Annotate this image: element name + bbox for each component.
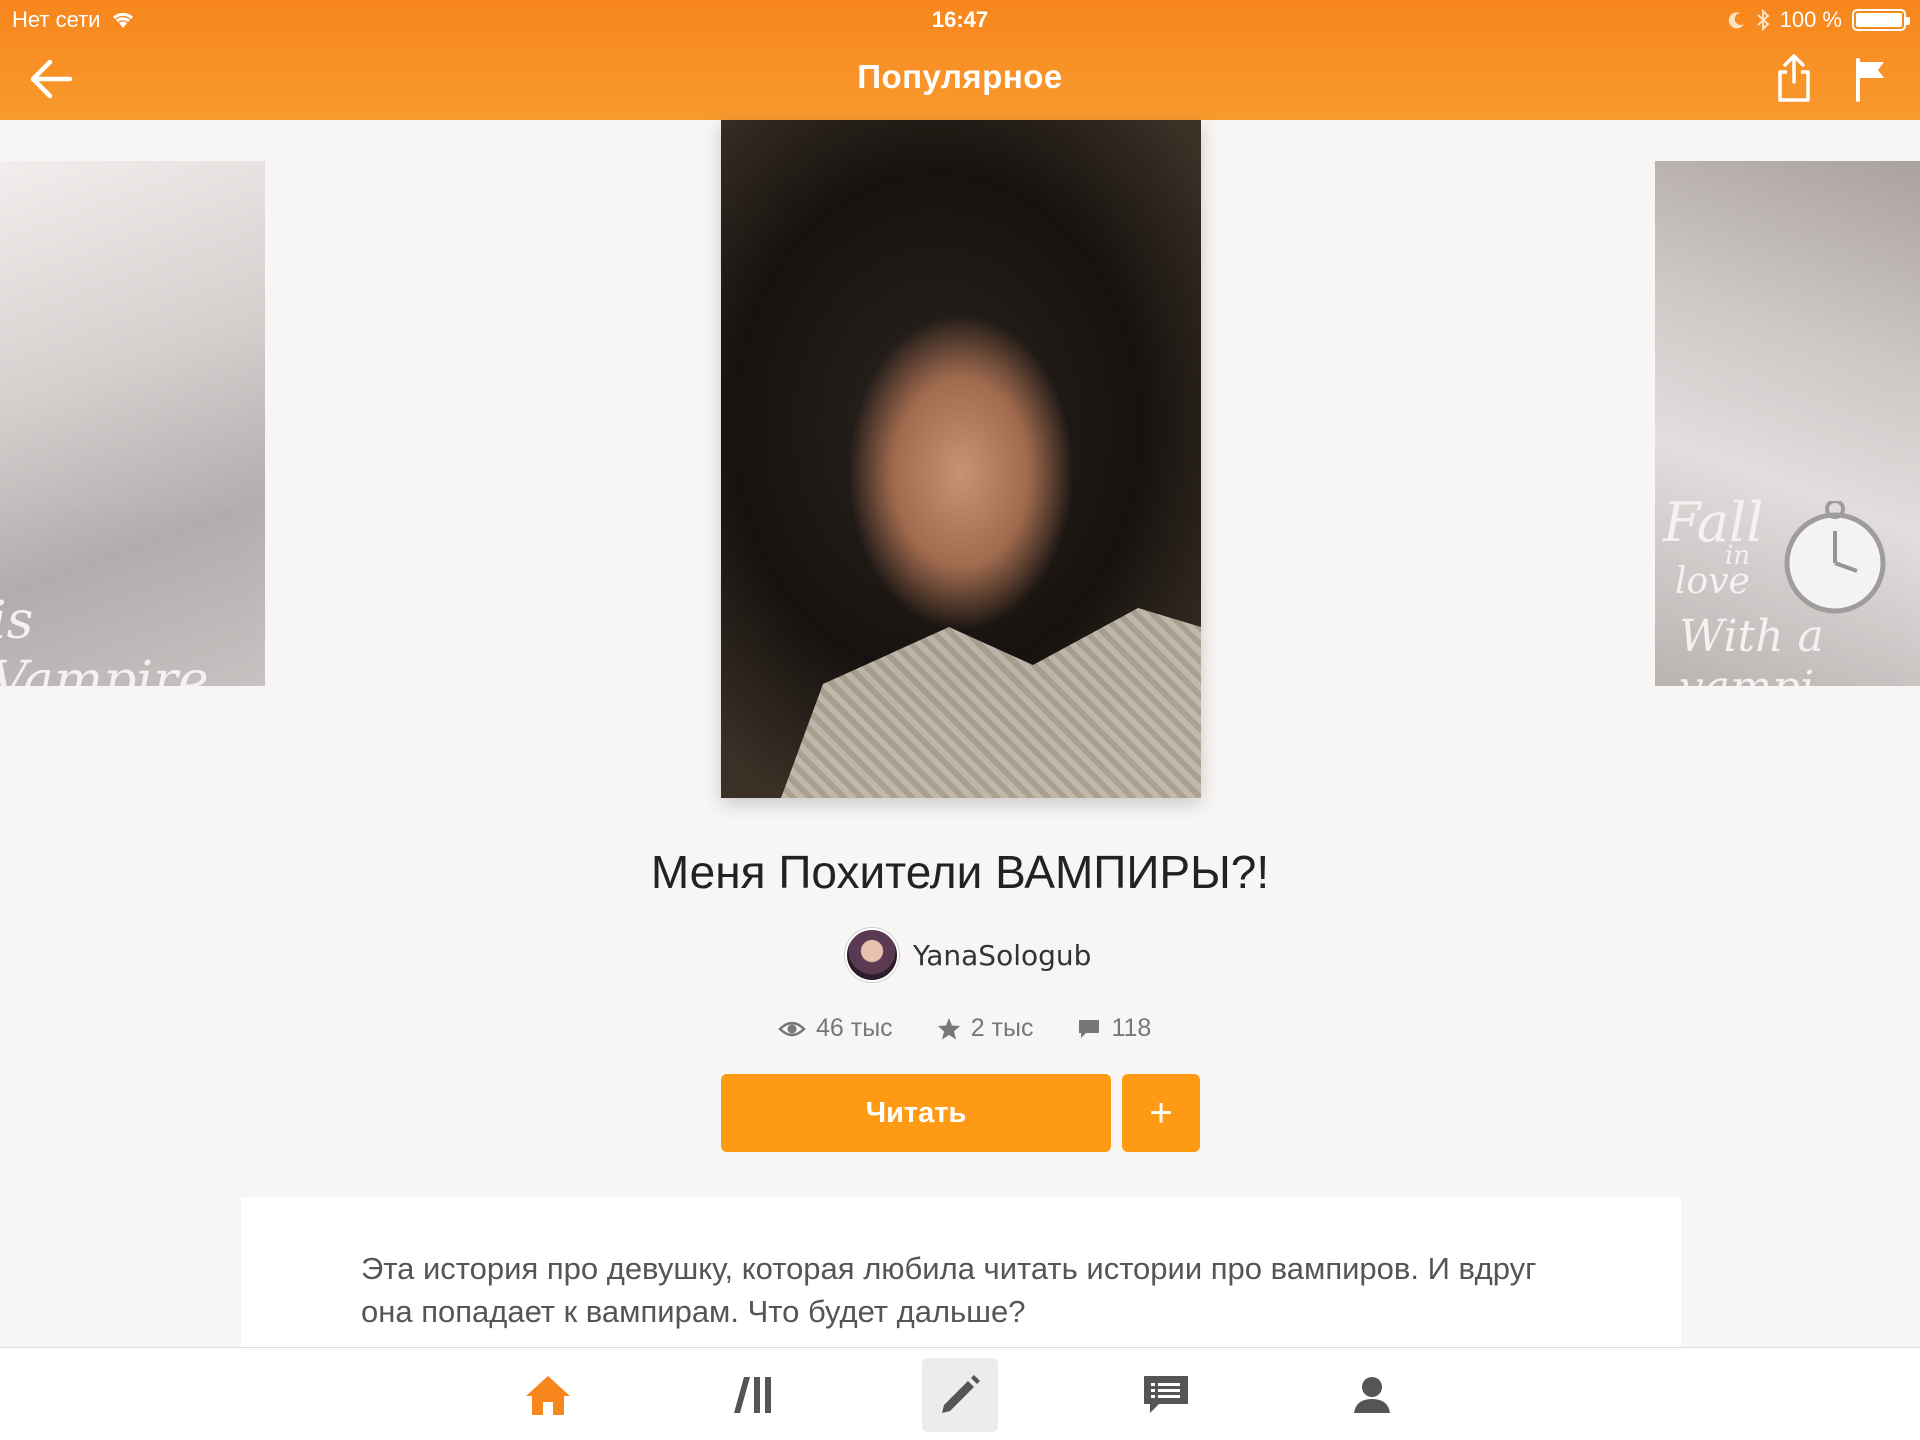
- flag-button[interactable]: [1852, 56, 1888, 102]
- pocket-watch-icon: [1784, 501, 1886, 614]
- clock: 16:47: [931, 7, 989, 32]
- pencil-icon: [942, 1375, 980, 1413]
- description-card: Эта история про девушку, которая любила …: [241, 1197, 1681, 1347]
- top-bar: Нет сети 16:47 100 % Популярное: [0, 0, 1920, 120]
- cover-next-title-3: love: [1675, 561, 1750, 602]
- author-link[interactable]: YanaSologub: [845, 928, 1091, 982]
- battery-icon: [1852, 9, 1910, 31]
- page-title: Популярное: [857, 58, 1063, 95]
- story-stats: 46 тыс 2 тыс 118: [778, 1014, 1151, 1043]
- author-name[interactable]: YanaSologub: [913, 939, 1091, 972]
- cover-next[interactable]: Fall in love With a vampi: [1655, 161, 1920, 686]
- eye-icon: [778, 1021, 806, 1036]
- tab-messages[interactable]: [1128, 1358, 1204, 1432]
- share-button[interactable]: [1774, 52, 1814, 104]
- battery-fill: [1856, 13, 1902, 27]
- book-title: Меня Похители ВАМПИРЫ?!: [650, 846, 1270, 898]
- views-count: 46 тыс: [816, 1014, 893, 1042]
- cover-previous[interactable]: is Vampire: [0, 161, 265, 686]
- votes-stat: 2 тыс: [937, 1014, 1034, 1043]
- add-to-library-button[interactable]: +: [1122, 1074, 1200, 1152]
- library-icon: [734, 1377, 771, 1413]
- bluetooth-icon: [1756, 9, 1770, 31]
- comments-stat: 118: [1077, 1014, 1151, 1043]
- story-description: Эта история про девушку, которая любила …: [361, 1251, 1537, 1329]
- tab-library[interactable]: [716, 1358, 792, 1432]
- avatar[interactable]: [845, 928, 899, 982]
- messages-icon: [1144, 1376, 1188, 1413]
- votes-count: 2 тыс: [970, 1014, 1034, 1042]
- tab-profile[interactable]: [1334, 1358, 1410, 1432]
- battery-percent: 100 %: [1779, 7, 1842, 32]
- cover-next-title-4: With a vampi: [1679, 611, 1824, 686]
- profile-icon: [1354, 1377, 1390, 1413]
- tab-home[interactable]: [510, 1358, 586, 1432]
- moon-icon: [1728, 12, 1744, 29]
- home-icon: [526, 1376, 570, 1415]
- views-stat: 46 тыс: [778, 1014, 893, 1043]
- cover-lace-detail: [781, 608, 1201, 798]
- comments-count: 118: [1111, 1014, 1152, 1042]
- comment-icon: [1079, 1019, 1100, 1038]
- tab-write[interactable]: [922, 1358, 998, 1432]
- tab-bar: [0, 1347, 1920, 1440]
- status-bar: Нет сети 16:47 100 %: [0, 0, 1920, 40]
- star-icon: [937, 1017, 960, 1039]
- cover-previous-title: is Vampire: [0, 591, 209, 686]
- read-button[interactable]: Читать: [721, 1074, 1111, 1152]
- cover-current[interactable]: [721, 120, 1201, 798]
